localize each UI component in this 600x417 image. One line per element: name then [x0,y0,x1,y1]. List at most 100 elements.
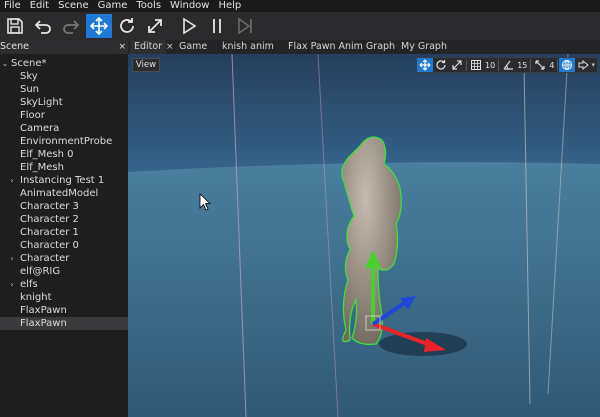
tree-item-character-3[interactable]: Character 3 [0,200,128,213]
tree-item-label: Scene* [11,58,47,69]
view-menu-button[interactable]: View [132,58,160,72]
tree-item-scene[interactable]: ⌄ Scene* [0,57,128,70]
separator [498,59,500,71]
play-button[interactable] [176,14,202,38]
step-icon [238,17,252,35]
rotate-gizmo-icon [436,60,446,70]
tab-scene[interactable]: Scene × [0,40,128,54]
grid-icon [471,60,482,70]
tree-item-knight[interactable]: knight [0,291,128,304]
separator [530,59,532,71]
tab-game[interactable]: Game [175,40,211,54]
tree-item-character-2[interactable]: Character 2 [0,213,128,226]
tree-item-label: Elf_Mesh [20,162,64,173]
tree-item-environmentprobe[interactable]: EnvironmentProbe [0,135,128,148]
tree-item-character[interactable]: › Character [0,252,128,265]
viewport-toolbar: 10 15 4 ▾ [416,57,598,73]
tree-item-label: SkyLight [20,97,63,108]
menu-game[interactable]: Game [94,0,133,12]
tree-item-animatedmodel[interactable]: AnimatedModel [0,187,128,200]
tree-item-elf-mesh[interactable]: Elf_Mesh [0,161,128,174]
pause-icon [213,19,221,33]
tree-item-label: Floor [20,110,45,121]
translate-gizmo-button[interactable] [86,14,112,38]
tree-item-camera[interactable]: Camera [0,122,128,135]
tab-knish-anim-label: knish anim [222,41,274,52]
menu-tools[interactable]: Tools [132,0,166,12]
tab-editor[interactable]: Editor [130,40,167,54]
separator [466,59,468,71]
tree-item-character-1[interactable]: Character 1 [0,226,128,239]
tree-item-label: Character [20,253,70,264]
menu-edit[interactable]: Edit [26,0,54,12]
tree-item-label: elf@RIG [20,266,61,277]
save-button[interactable] [2,14,28,38]
tree-item-label: Camera [20,123,60,134]
viewport-translate-button[interactable] [417,58,434,72]
rotation-snap-value[interactable]: 15 [517,61,527,70]
rotate-gizmo-button[interactable] [114,14,140,38]
tree-item-character-0[interactable]: Character 0 [0,239,128,252]
save-icon [7,18,23,34]
tab-my-graph[interactable]: My Graph [397,40,451,54]
chevron-down-icon: ▾ [591,61,595,69]
tree-item-sun[interactable]: Sun [0,83,128,96]
tab-strip: Scene × Editor × Game knish anim Flax Pa… [0,40,600,54]
menu-scene[interactable]: Scene [54,0,94,12]
tree-item-label: EnvironmentProbe [20,136,113,147]
tree-item-skylight[interactable]: SkyLight [0,96,128,109]
tree-item-elf-mesh-0[interactable]: Elf_Mesh 0 [0,148,128,161]
tree-item-elf-rig[interactable]: elf@RIG [0,265,128,278]
menu-file[interactable]: File [0,0,26,12]
tree-item-label: knight [20,292,52,303]
tab-flax-pawn-anim-graph[interactable]: Flax Pawn Anim Graph [284,40,399,54]
tree-item-sky[interactable]: Sky [0,70,128,83]
chevron-down-icon[interactable]: ⌄ [1,57,9,70]
tree-item-label: elfs [20,279,38,290]
rotation-snap-toggle[interactable]: 15 [500,58,529,72]
redo-icon [63,20,80,34]
menu-help[interactable]: Help [214,0,246,12]
angle-icon [503,60,514,70]
scale-snap-value[interactable]: 4 [549,61,554,70]
tree-item-label: Elf_Mesh 0 [20,149,74,160]
step-button[interactable] [232,14,258,38]
scale-snap-toggle[interactable]: 4 [532,58,556,72]
editor-window: File Edit Scene Game Tools Window Help S… [0,0,600,417]
menu-bar: File Edit Scene Game Tools Window Help [0,0,600,12]
world-space-toggle[interactable] [559,58,576,72]
redo-button[interactable] [58,14,84,38]
tree-item-elfs[interactable]: › elfs [0,278,128,291]
tree-item-label: Character 0 [20,240,79,251]
viewport-scale-button[interactable] [449,58,465,72]
menu-window[interactable]: Window [166,0,214,12]
tree-item-floor[interactable]: Floor [0,109,128,122]
tree-item-instancing-test-1[interactable]: › Instancing Test 1 [0,174,128,187]
camera-speed-icon [578,59,590,71]
grid-snap-toggle[interactable]: 10 [468,58,497,72]
rotate-gizmo-icon [120,18,134,33]
undo-button[interactable] [30,14,56,38]
tree-item-flaxpawn-selected[interactable]: FlaxPawn [0,317,128,330]
tab-game-label: Game [179,41,208,52]
separator [557,59,559,71]
tab-knish-anim[interactable]: knish anim [218,40,278,54]
tree-item-label: Sun [20,84,40,95]
chevron-right-icon[interactable]: › [8,252,16,265]
close-icon[interactable]: × [118,40,126,54]
camera-speed-button[interactable]: ▾ [575,58,597,72]
tree-item-flaxpawn[interactable]: FlaxPawn [0,304,128,317]
tree-item-label: FlaxPawn [20,318,67,329]
tab-flax-pawn-anim-graph-label: Flax Pawn Anim Graph [288,41,396,52]
chevron-right-icon[interactable]: › [8,174,16,187]
tree-item-label: Character 2 [20,214,79,225]
close-icon: × [166,42,174,52]
scale-gizmo-button[interactable] [142,14,168,38]
grid-snap-value[interactable]: 10 [485,61,495,70]
tree-item-label: Character 1 [20,227,79,238]
scene-viewport[interactable]: View 10 15 4 ▾ [128,54,600,417]
scale-gizmo-icon [148,19,162,33]
pause-button[interactable] [204,14,230,38]
chevron-right-icon[interactable]: › [8,278,16,291]
viewport-rotate-button[interactable] [433,58,449,72]
